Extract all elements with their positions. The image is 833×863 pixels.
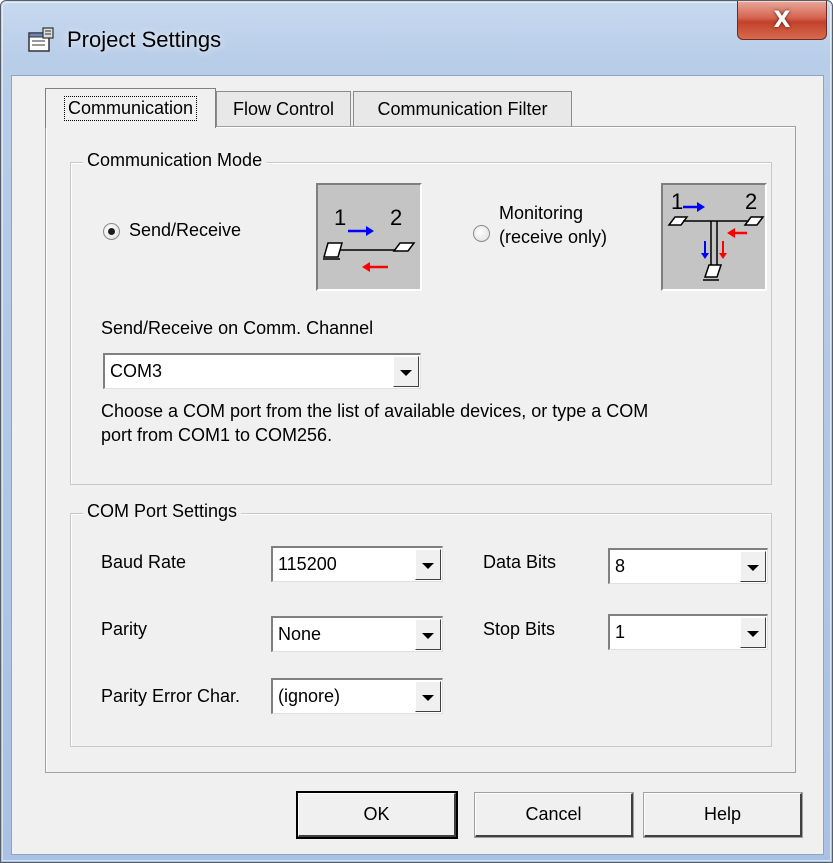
parity-error-char-label: Parity Error Char.	[101, 686, 241, 706]
tab-panel-communication: Communication Mode Send/Receive 1 2 Moni…	[45, 126, 796, 773]
help-button[interactable]: Help	[644, 793, 802, 837]
dialog-client-area: Communication Flow Control Communication…	[11, 75, 824, 855]
tab-communication[interactable]: Communication	[45, 88, 216, 128]
com-port-settings-group: COM Port Settings Baud Rate 115200 Data …	[70, 501, 772, 747]
channel-label: Send/Receive on Comm. Channel	[101, 318, 374, 338]
monitoring-sublabel[interactable]: (receive only)	[499, 227, 607, 248]
dropdown-button[interactable]	[740, 617, 766, 648]
dropdown-button[interactable]	[740, 551, 766, 582]
combo-value[interactable]: 1	[615, 622, 625, 643]
receive-arrow-icon	[727, 228, 735, 238]
communication-mode-group: Communication Mode Send/Receive 1 2 Moni…	[70, 150, 772, 485]
monitor-device-icon	[703, 264, 723, 278]
stop-bits-label: Stop Bits	[483, 619, 556, 639]
tab-label: Communication Filter	[377, 99, 548, 119]
receive-arrow-icon	[362, 262, 370, 272]
group-title: COM Port Settings	[83, 501, 242, 522]
parity-label: Parity	[101, 619, 148, 639]
close-icon: X	[773, 7, 791, 33]
settings-sheet-icon	[28, 27, 54, 52]
monitoring-label[interactable]: Monitoring	[499, 203, 583, 224]
tab-communication-filter[interactable]: Communication Filter	[353, 91, 572, 127]
diagram-label-2: 2	[390, 205, 402, 230]
device-1-icon	[323, 242, 343, 258]
tab-label: Flow Control	[232, 99, 335, 119]
diagram-label-1: 1	[671, 189, 683, 214]
dialog-window: Project Settings X Communication Flow Co…	[0, 0, 833, 863]
comm-channel-combo[interactable]: COM3	[103, 353, 421, 389]
device-2-icon	[392, 242, 416, 252]
combo-value[interactable]: 8	[615, 556, 625, 577]
send-arrow-icon	[366, 226, 374, 236]
title-bar[interactable]: Project Settings X	[1, 1, 832, 75]
monitoring-diagram: 1 2	[661, 183, 767, 291]
chevron-down-icon	[422, 633, 434, 639]
button-label: Help	[703, 804, 742, 824]
send-receive-label[interactable]: Send/Receive	[129, 220, 241, 241]
baud-rate-combo[interactable]: 115200	[271, 546, 443, 582]
data-bits-combo[interactable]: 8	[608, 548, 768, 584]
tab-label: Communication	[63, 96, 198, 121]
hint-text-line-2: port from COM1 to COM256.	[101, 425, 333, 445]
chevron-down-icon	[422, 695, 434, 701]
tab-flow-control[interactable]: Flow Control	[216, 91, 351, 127]
chevron-down-icon	[747, 631, 759, 637]
send-receive-radio[interactable]	[103, 223, 120, 240]
send-arrow-icon	[697, 202, 705, 212]
chevron-down-icon	[400, 370, 412, 376]
ok-button[interactable]: OK	[298, 793, 456, 837]
button-label: Cancel	[525, 804, 582, 824]
close-button[interactable]: X	[737, 1, 827, 40]
combo-value[interactable]: None	[278, 624, 321, 645]
dropdown-button[interactable]	[415, 681, 441, 712]
dropdown-button[interactable]	[415, 549, 441, 580]
button-label: OK	[363, 804, 390, 824]
parity-error-char-combo[interactable]: (ignore)	[271, 678, 443, 714]
window-title: Project Settings	[67, 27, 222, 52]
group-title: Communication Mode	[83, 150, 267, 171]
monitoring-radio[interactable]	[473, 225, 490, 242]
combo-value[interactable]: (ignore)	[278, 686, 340, 707]
send-receive-diagram: 1 2	[316, 183, 422, 291]
cancel-button[interactable]: Cancel	[475, 793, 633, 837]
diagram-label-2: 2	[745, 189, 757, 214]
dropdown-button[interactable]	[415, 619, 441, 650]
combo-value[interactable]: COM3	[110, 361, 162, 382]
chevron-down-icon	[747, 565, 759, 571]
dropdown-button[interactable]	[393, 356, 419, 387]
chevron-down-icon	[422, 563, 434, 569]
stop-bits-combo[interactable]: 1	[608, 614, 768, 650]
baud-rate-label: Baud Rate	[101, 552, 187, 572]
data-bits-label: Data Bits	[483, 552, 557, 572]
combo-value[interactable]: 115200	[278, 554, 337, 575]
hint-text-line-1: Choose a COM port from the list of avail…	[101, 401, 649, 421]
diagram-label-1: 1	[334, 205, 346, 230]
parity-combo[interactable]: None	[271, 616, 443, 652]
